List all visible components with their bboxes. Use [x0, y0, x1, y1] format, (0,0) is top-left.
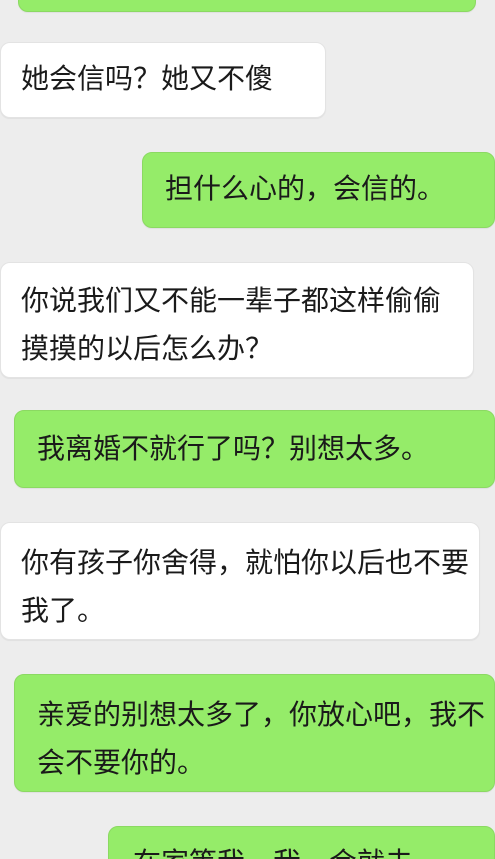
chat-message-list: 她会信吗？她又不傻 担什么心的，会信的。 你说我们又不能一辈子都这样偷偷摸摸的以…: [0, 0, 495, 859]
incoming-message-bubble[interactable]: 她会信吗？她又不傻: [0, 42, 326, 118]
incoming-message-bubble[interactable]: 你有孩子你舍得，就怕你以后也不要我了。: [0, 522, 480, 640]
outgoing-message-bubble[interactable]: 亲爱的别想太多了，你放心吧，我不会不要你的。: [14, 674, 495, 792]
outgoing-message-bubble[interactable]: 在家等我，我一会就去: [108, 826, 495, 859]
outgoing-message-bubble[interactable]: 担什么心的，会信的。: [142, 152, 495, 228]
outgoing-message-bubble[interactable]: [18, 0, 476, 12]
outgoing-message-bubble[interactable]: 我离婚不就行了吗？别想太多。: [14, 410, 495, 488]
incoming-message-bubble[interactable]: 你说我们又不能一辈子都这样偷偷摸摸的以后怎么办？: [0, 262, 474, 378]
